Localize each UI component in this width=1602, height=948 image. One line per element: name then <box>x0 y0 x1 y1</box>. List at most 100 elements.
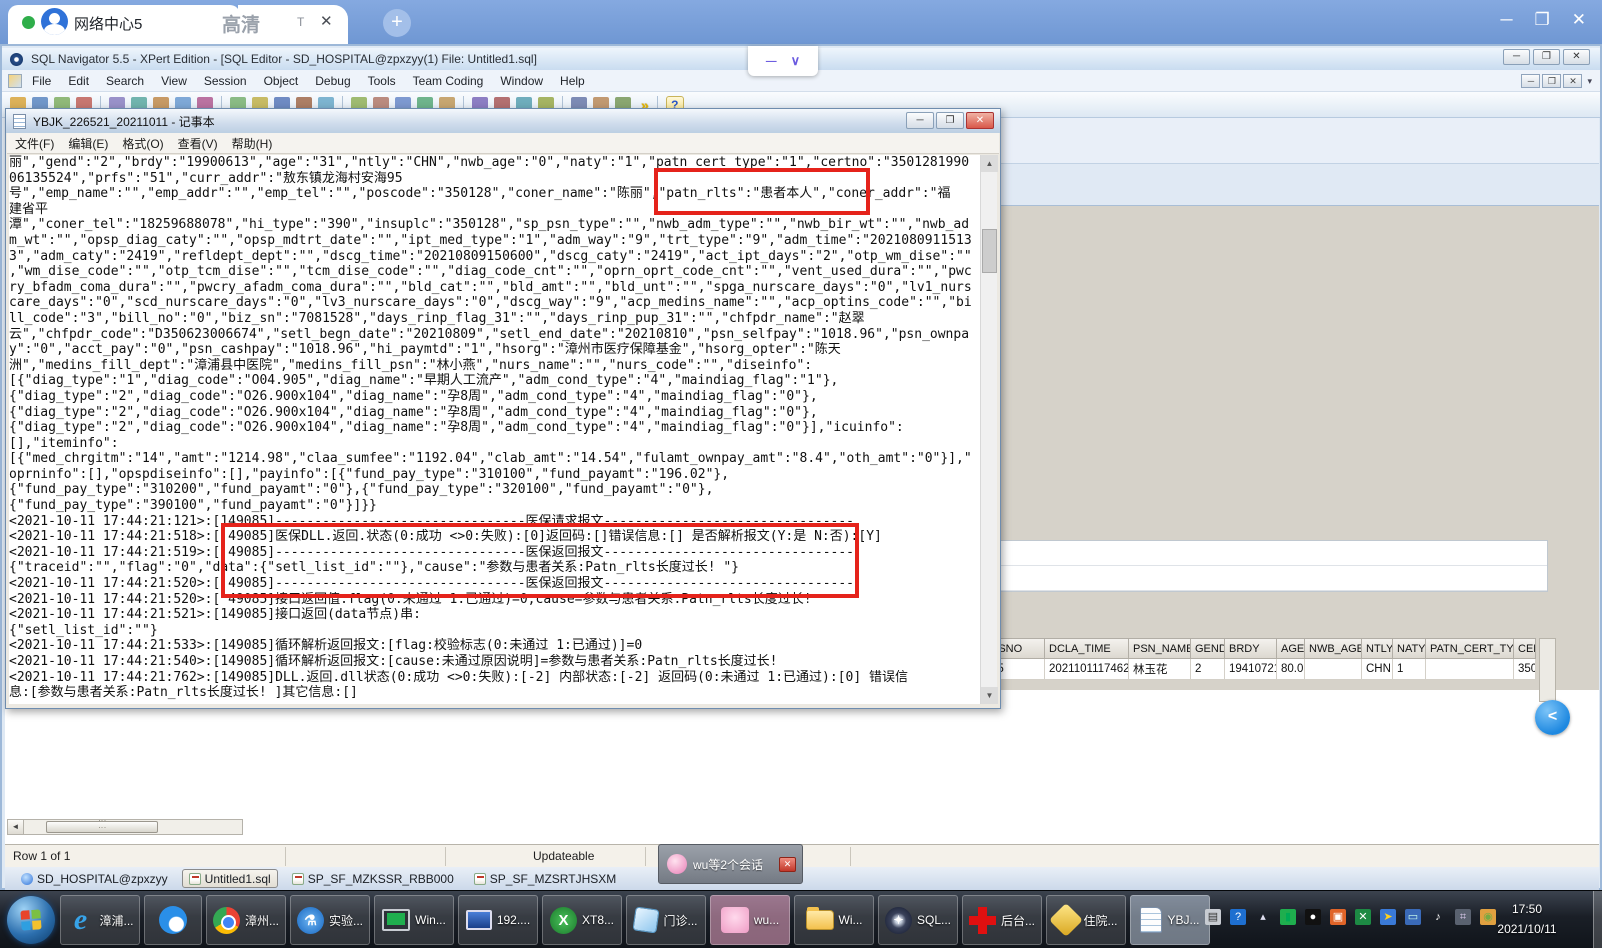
horizontal-scrollbar[interactable]: ◄ <box>7 819 243 835</box>
grid-column-header[interactable]: CER <box>1514 638 1536 659</box>
notepad-minimize-button[interactable]: ─ <box>906 112 934 129</box>
browser-tab-title[interactable]: 网络中心5 <box>74 13 142 34</box>
qq-icon[interactable]: ● <box>1305 909 1321 925</box>
mdi-minimize-button[interactable]: ─ <box>1521 74 1541 88</box>
scrollbar-thumb[interactable] <box>982 229 997 273</box>
taskbar-button-xt8[interactable]: X XT8... <box>542 895 622 945</box>
grid-column-header[interactable]: DCLA_TIME <box>1045 638 1129 659</box>
menu-item-file[interactable]: File <box>32 74 51 88</box>
browser-maximize-icon[interactable]: ❐ <box>1535 8 1550 32</box>
sqlnav-close-button[interactable]: ✕ <box>1563 49 1590 65</box>
notepad-menu-item[interactable]: 格式(O) <box>122 135 163 152</box>
menu-item-team-coding[interactable]: Team Coding <box>413 74 484 88</box>
sqlnav-minimize-button[interactable]: ─ <box>1503 49 1530 65</box>
grid-cell[interactable]: 350 <box>1514 659 1536 680</box>
excel-icon[interactable]: ✕ <box>1355 909 1371 925</box>
notepad-menu-item[interactable]: 文件(F) <box>15 135 54 152</box>
taskbar-button-[interactable]: e 漳浦... <box>60 895 140 945</box>
taskbar-button-wi[interactable]: Wi... <box>794 895 874 945</box>
help-icon[interactable]: ? <box>1230 909 1246 925</box>
menu-item-window[interactable]: Window <box>500 74 543 88</box>
grid-cell[interactable]: 20211011174623 <box>1045 659 1129 680</box>
grid-column-header[interactable]: NWB_AGE <box>1305 638 1362 659</box>
taskbar-button-[interactable]: 住院... <box>1046 895 1126 945</box>
menu-item-view[interactable]: View <box>161 74 187 88</box>
taskbar-button-qqbrowsericon[interactable] <box>144 895 202 945</box>
grid-cell[interactable]: CHN <box>1362 659 1393 680</box>
menu-item-debug[interactable]: Debug <box>315 74 350 88</box>
speaker-icon[interactable]: ♪ <box>1430 909 1446 925</box>
sqlnav-restore-button[interactable]: ❐ <box>1533 49 1560 65</box>
taskbar-button-[interactable]: 门诊... <box>626 895 706 945</box>
menu-item-object[interactable]: Object <box>264 74 299 88</box>
grid-cell[interactable] <box>1305 659 1362 680</box>
notepad-text-area[interactable]: 丽","gend":"2","brdy":"19900613","age":"3… <box>9 155 981 704</box>
browser-minimize-icon[interactable]: ─ <box>1500 8 1512 32</box>
taskbar-button-win[interactable]: Win... <box>374 895 454 945</box>
grid-scrollbar[interactable] <box>1539 638 1556 702</box>
menu-item-tools[interactable]: Tools <box>368 74 396 88</box>
grid-cell[interactable]: 1 <box>1393 659 1426 680</box>
show-desktop-button[interactable] <box>1593 891 1602 948</box>
session-tab-sp-sf-mzsrtjhsxm[interactable]: SP_SF_MZSRTJHSXM <box>468 869 622 888</box>
taskbar-button-[interactable]: 后台... <box>962 895 1042 945</box>
new-tab-button[interactable]: + <box>383 9 411 37</box>
taskbar-button-ybj[interactable]: YBJ... <box>1130 895 1210 945</box>
avatar[interactable] <box>41 8 68 35</box>
network-icon[interactable]: ⌗ <box>1455 909 1471 925</box>
wu-close-button[interactable]: ✕ <box>779 856 796 872</box>
taskbar-button-wu[interactable]: wu... <box>710 895 790 945</box>
alert-icon[interactable]: ▣ <box>1330 909 1346 925</box>
browser-close-icon[interactable]: ✕ <box>1572 8 1586 32</box>
pointer-icon[interactable]: ➤ <box>1380 909 1396 925</box>
grid-column-header[interactable]: AGE <box>1277 638 1305 659</box>
wu-session-popup[interactable]: wu等2个会话 ✕ <box>658 844 803 884</box>
notepad-menu-item[interactable]: 帮助(H) <box>232 135 273 152</box>
up-arrow-icon[interactable]: ▴ <box>1255 909 1271 925</box>
grid-column-header[interactable]: NATY <box>1393 638 1426 659</box>
video-quality-label[interactable]: 高清 <box>222 10 260 37</box>
grid-column-header[interactable]: PSN_NAME <box>1129 638 1191 659</box>
notepad-menu-item[interactable]: 编辑(E) <box>68 135 108 152</box>
scroll-left-icon[interactable]: ◄ <box>8 820 24 834</box>
session-tab-sd-hospital-zpxzyy[interactable]: SD_HOSPITAL@zpxzyy <box>15 869 174 888</box>
taskbar-clock[interactable]: 17:50 2021/10/11 <box>1472 899 1582 939</box>
mini-minimize-icon[interactable]: ─ <box>766 53 777 70</box>
scroll-down-icon[interactable]: ▼ <box>981 687 998 704</box>
grid-column-header[interactable]: PATN_CERT_TYPE <box>1426 638 1514 659</box>
panel-chevron-icon[interactable]: < <box>1535 700 1570 735</box>
notepad-scrollbar[interactable]: ▲ ▼ <box>980 155 998 704</box>
mdi-close-button[interactable]: ✕ <box>1563 74 1583 88</box>
grid-cell[interactable]: 19410721 <box>1225 659 1277 680</box>
notepad-close-button[interactable]: ✕ <box>966 112 994 129</box>
grid-cell[interactable]: 林玉花 <box>1129 659 1191 680</box>
start-button[interactable] <box>7 896 55 944</box>
grid-column-header[interactable]: NTLY <box>1362 638 1393 659</box>
grid-column-header[interactable]: BRDY <box>1225 638 1277 659</box>
notepad-titlebar[interactable]: YBJK_226521_20211011 - 记事本 <box>6 109 1000 133</box>
scrollbar-thumb[interactable] <box>46 821 158 833</box>
grid-cell[interactable] <box>1426 659 1514 680</box>
grid-cell[interactable]: 80.0 <box>1277 659 1305 680</box>
menu-item-help[interactable]: Help <box>560 74 585 88</box>
notepad-restore-button[interactable]: ❐ <box>936 112 964 129</box>
menu-item-search[interactable]: Search <box>106 74 144 88</box>
taskbar-button-192[interactable]: 192.... <box>458 895 538 945</box>
menu-item-session[interactable]: Session <box>204 74 247 88</box>
session-tab-sp-sf-mzkssr-rbb000[interactable]: SP_SF_MZKSSR_RBB000 <box>286 869 460 888</box>
session-tab-untitled1-sql[interactable]: Untitled1.sql <box>181 869 278 888</box>
tab-close-icon[interactable]: ✕ <box>320 12 333 30</box>
keyboard-icon[interactable]: ▤ <box>1205 909 1221 925</box>
mini-chevron-down-icon[interactable]: ∨ <box>791 53 801 69</box>
mdi-restore-button[interactable]: ❐ <box>1542 74 1562 88</box>
meter-icon[interactable]: ▮ <box>1280 909 1296 925</box>
taskbar-button-[interactable]: ⚗ 实验... <box>290 895 370 945</box>
grid-column-header[interactable]: GEND <box>1191 638 1225 659</box>
grid-cell[interactable]: 2 <box>1191 659 1225 680</box>
mdi-caret-icon[interactable]: ▾ <box>1587 76 1592 87</box>
notepad-menu-item[interactable]: 查看(V) <box>178 135 218 152</box>
display-icon[interactable]: ▭ <box>1405 909 1421 925</box>
scroll-up-icon[interactable]: ▲ <box>981 155 998 172</box>
taskbar-button-[interactable]: 漳州... <box>206 895 286 945</box>
taskbar-button-sql[interactable]: ✦ SQL... <box>878 895 958 945</box>
